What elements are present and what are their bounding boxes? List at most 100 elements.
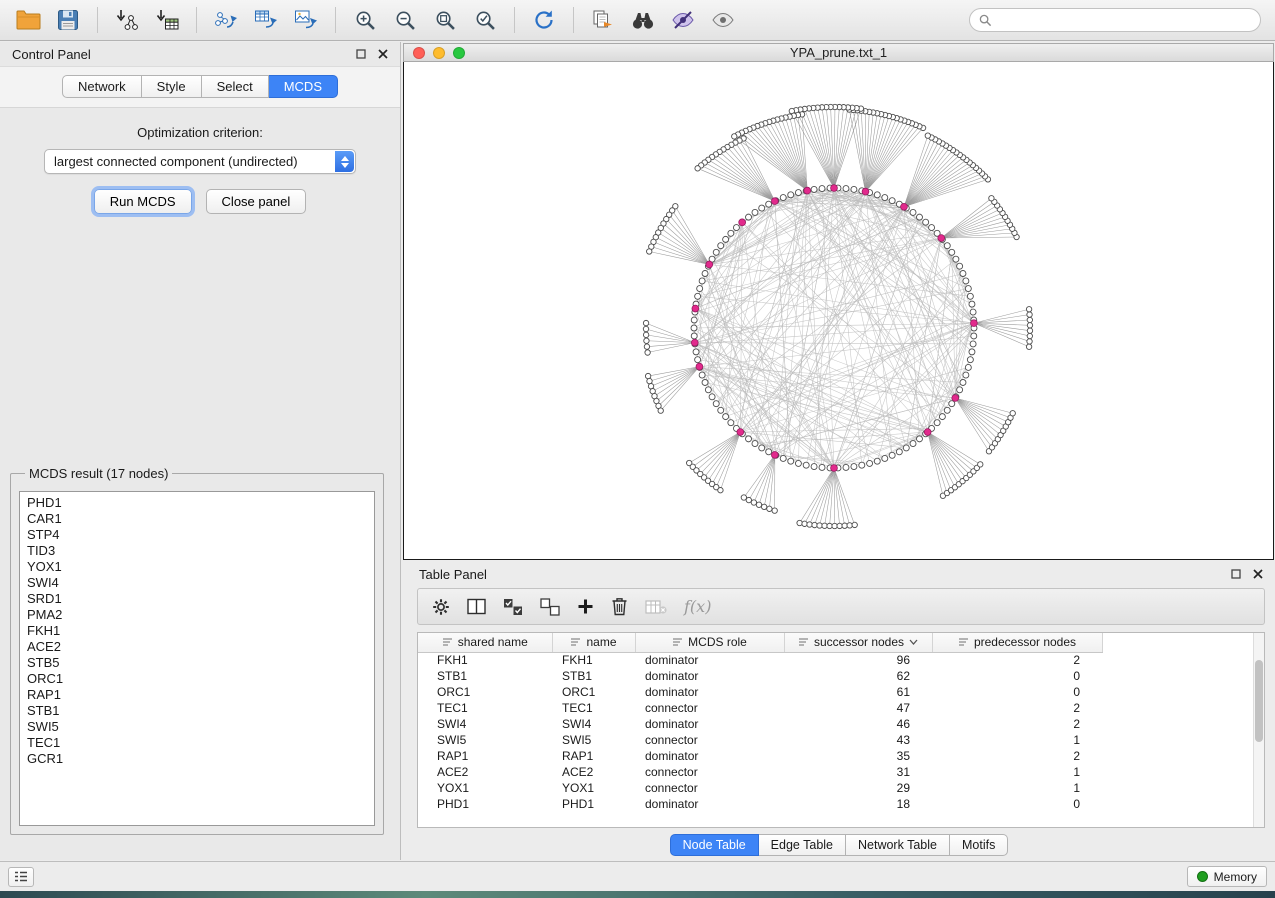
tab-motifs[interactable]: Motifs [950, 834, 1008, 856]
float-panel-icon[interactable] [356, 49, 366, 59]
close-table-panel-icon[interactable] [1253, 569, 1263, 579]
table-cell: 31 [784, 764, 932, 780]
table-row[interactable]: RAP1RAP1dominator352 [418, 748, 1102, 764]
run-mcds-button[interactable]: Run MCDS [94, 189, 192, 214]
duplicate-network-icon[interactable] [585, 4, 621, 36]
list-item[interactable]: ORC1 [27, 671, 374, 687]
table-cell: dominator [635, 668, 784, 684]
table-cell: dominator [635, 748, 784, 764]
list-item[interactable]: STB1 [27, 703, 374, 719]
column-header-predecessor-nodes[interactable]: predecessor nodes [932, 633, 1102, 652]
tab-node-table[interactable]: Node Table [670, 834, 759, 856]
optimization-criterion-label: Optimization criterion: [0, 125, 400, 140]
criterion-select[interactable]: largest connected component (undirected) [44, 149, 356, 174]
search-input[interactable] [998, 13, 1251, 27]
search-field[interactable] [969, 8, 1261, 32]
tab-network-table[interactable]: Network Table [846, 834, 950, 856]
unselect-all-columns-icon[interactable] [540, 598, 560, 616]
table-row[interactable]: FKH1FKH1dominator962 [418, 652, 1102, 668]
list-item[interactable]: PHD1 [27, 495, 374, 511]
mcds-result-list[interactable]: PHD1CAR1STP4TID3YOX1SWI4SRD1PMA2FKH1ACE2… [19, 491, 375, 826]
list-item[interactable]: SWI4 [27, 575, 374, 591]
list-item[interactable]: RAP1 [27, 687, 374, 703]
refresh-icon[interactable] [526, 4, 562, 36]
table-cell: SWI5 [552, 732, 635, 748]
zoom-selected-icon[interactable] [467, 4, 503, 36]
memory-status-button[interactable]: Memory [1187, 866, 1267, 887]
tab-style[interactable]: Style [142, 75, 202, 98]
list-item[interactable]: SRD1 [27, 591, 374, 607]
list-item[interactable]: PMA2 [27, 607, 374, 623]
table-cell: RAP1 [552, 748, 635, 764]
table-vertical-scrollbar[interactable] [1253, 633, 1264, 827]
network-canvas[interactable] [403, 62, 1274, 560]
save-icon[interactable] [50, 4, 86, 36]
table-row[interactable]: SWI4SWI4dominator462 [418, 716, 1102, 732]
import-table-file-icon[interactable] [149, 4, 185, 36]
create-column-icon[interactable] [577, 598, 594, 615]
table-row[interactable]: STB1STB1dominator620 [418, 668, 1102, 684]
table-row[interactable]: ORC1ORC1dominator610 [418, 684, 1102, 700]
tab-edge-table[interactable]: Edge Table [759, 834, 846, 856]
column-menu-icon [570, 637, 581, 647]
table-row[interactable]: SWI5SWI5connector431 [418, 732, 1102, 748]
column-menu-icon [958, 637, 969, 647]
close-panel-icon[interactable] [378, 49, 388, 59]
network-graph[interactable] [404, 62, 1272, 558]
select-all-columns-icon[interactable] [503, 598, 523, 616]
list-item[interactable]: STB5 [27, 655, 374, 671]
table-cell: 61 [784, 684, 932, 700]
open-file-icon[interactable] [10, 4, 46, 36]
zoom-in-icon[interactable] [347, 4, 383, 36]
close-window-icon[interactable] [413, 47, 425, 59]
table-row[interactable]: ACE2ACE2connector311 [418, 764, 1102, 780]
tab-mcds[interactable]: MCDS [269, 75, 338, 98]
list-item[interactable]: FKH1 [27, 623, 374, 639]
table-row[interactable]: YOX1YOX1connector291 [418, 780, 1102, 796]
delete-column-trash-icon[interactable] [611, 597, 628, 616]
table-row[interactable]: PHD1PHD1dominator180 [418, 796, 1102, 812]
list-item[interactable]: STP4 [27, 527, 374, 543]
column-header-successor-nodes[interactable]: successor nodes [784, 633, 932, 652]
table-header-row: shared name name MCDS role successor nod… [418, 633, 1102, 652]
zoom-fit-icon[interactable] [427, 4, 463, 36]
column-menu-icon [442, 637, 453, 647]
list-item[interactable]: TID3 [27, 543, 374, 559]
column-header-mcds-role[interactable]: MCDS role [635, 633, 784, 652]
list-item[interactable]: SWI5 [27, 719, 374, 735]
export-network-icon[interactable] [208, 4, 244, 36]
list-item[interactable]: TEC1 [27, 735, 374, 751]
list-item[interactable]: GCR1 [27, 751, 374, 767]
list-item[interactable]: YOX1 [27, 559, 374, 575]
table-row[interactable]: TEC1TEC1connector472 [418, 700, 1102, 716]
table-cell: 0 [932, 796, 1102, 812]
table-settings-gear-icon[interactable] [432, 598, 450, 616]
search-area [969, 8, 1261, 32]
network-window-titlebar[interactable]: YPA_prune.txt_1 [403, 43, 1274, 62]
task-history-button[interactable] [8, 867, 34, 887]
column-header-shared-name[interactable]: shared name [418, 633, 552, 652]
close-panel-button[interactable]: Close panel [206, 189, 307, 214]
import-network-file-icon[interactable] [109, 4, 145, 36]
table-cell: 1 [932, 732, 1102, 748]
minimize-window-icon[interactable] [433, 47, 445, 59]
hide-selected-eye-slash-icon[interactable] [665, 4, 701, 36]
binoculars-icon[interactable] [625, 4, 661, 36]
export-image-icon[interactable] [288, 4, 324, 36]
scrollbar-thumb[interactable] [1255, 660, 1263, 741]
tab-network[interactable]: Network [62, 75, 142, 98]
table-cell: 0 [932, 684, 1102, 700]
tab-select[interactable]: Select [202, 75, 269, 98]
show-columns-icon[interactable] [467, 598, 486, 615]
list-item[interactable]: ACE2 [27, 639, 374, 655]
column-header-name[interactable]: name [552, 633, 635, 652]
export-table-icon[interactable] [248, 4, 284, 36]
list-item[interactable]: CAR1 [27, 511, 374, 527]
zoom-out-icon[interactable] [387, 4, 423, 36]
maximize-window-icon[interactable] [453, 47, 465, 59]
table-cell: dominator [635, 652, 784, 668]
show-all-eye-icon[interactable] [705, 4, 741, 36]
table-cell: 2 [932, 748, 1102, 764]
float-table-panel-icon[interactable] [1231, 569, 1241, 579]
sort-descending-icon [909, 639, 918, 645]
